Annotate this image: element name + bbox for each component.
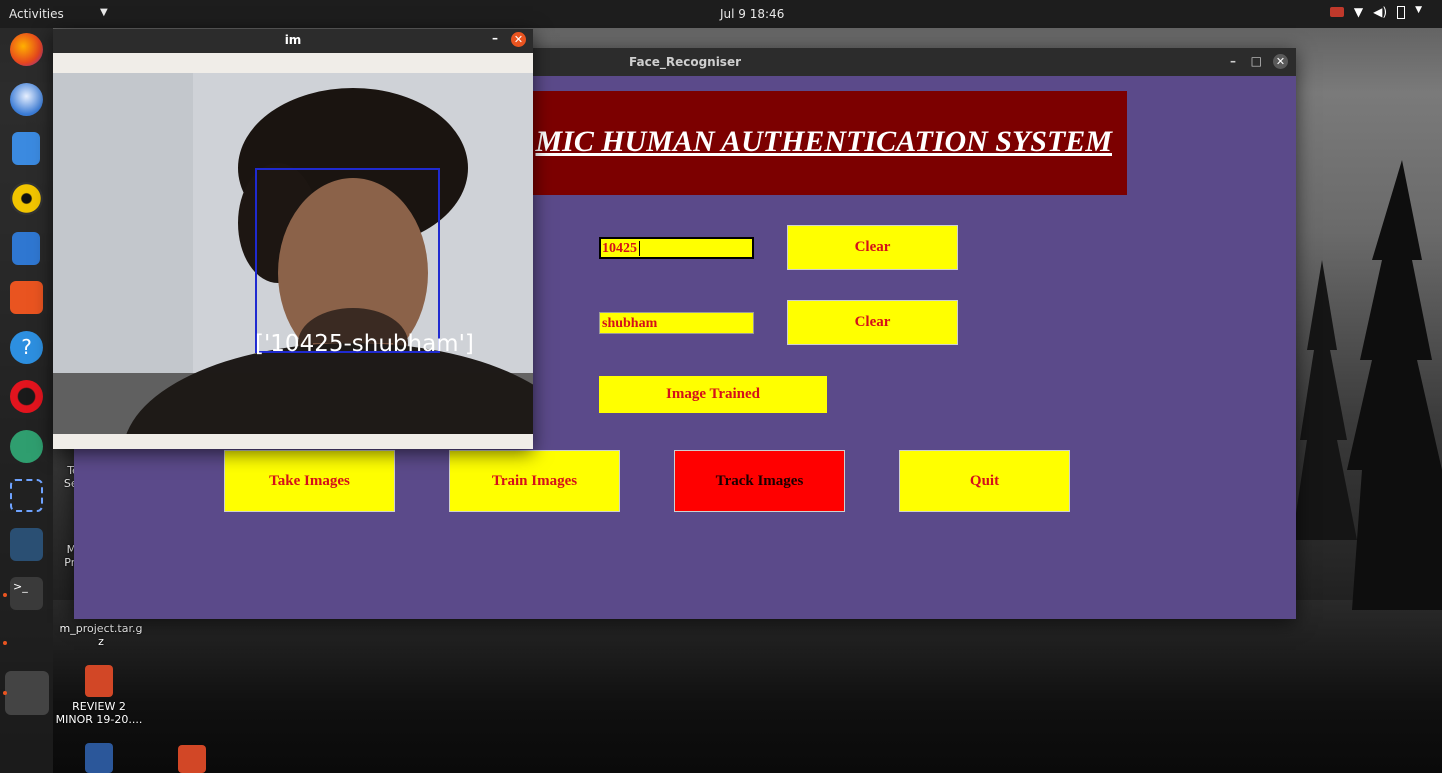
close-icon[interactable]: ✕: [511, 32, 526, 47]
running-indicator: [3, 593, 7, 597]
terminal-icon[interactable]: >_: [10, 577, 43, 610]
dock: ? >_: [0, 28, 53, 773]
banner-title: MIC HUMAN AUTHENTICATION SYSTEM: [535, 125, 1112, 158]
show-apps-icon[interactable]: [5, 671, 49, 715]
clear-name-button[interactable]: Clear: [787, 300, 958, 345]
title-banner: MIC HUMAN AUTHENTICATION SYSTEM: [530, 91, 1127, 195]
desktop-item-archive[interactable]: m_project.tar.g z: [56, 622, 146, 648]
id-input[interactable]: 10425: [599, 237, 754, 259]
android-studio-icon[interactable]: [10, 430, 43, 463]
volume-icon: ◀): [1373, 5, 1388, 19]
presentation-file-icon[interactable]: [85, 665, 113, 697]
running-indicator: [3, 641, 7, 645]
mysql-workbench-icon[interactable]: [10, 528, 43, 561]
battery-icon: [1397, 5, 1406, 19]
track-images-button[interactable]: Track Images: [674, 450, 845, 512]
system-tray[interactable]: ▼ ◀) ▼: [1329, 5, 1422, 19]
window-titlebar[interactable]: im – ✕: [53, 29, 533, 53]
top-bar: Activities ▼ Jul 9 18:46 ▼ ◀) ▼: [0, 0, 1442, 28]
status-message: Image Trained: [599, 376, 827, 413]
software-icon[interactable]: [10, 281, 43, 314]
desktop-item-label-line: MINOR 19-20....: [55, 713, 143, 726]
take-images-button[interactable]: Take Images: [224, 450, 395, 512]
clear-id-button[interactable]: Clear: [787, 225, 958, 270]
clock[interactable]: Jul 9 18:46: [720, 7, 784, 21]
camera-icon: [1329, 7, 1344, 17]
wallpaper-trees: [1292, 160, 1442, 610]
opera-icon[interactable]: [10, 380, 43, 413]
window-title: im: [284, 33, 302, 47]
minimize-icon[interactable]: –: [1230, 54, 1236, 68]
train-images-button[interactable]: Train Images: [449, 450, 620, 512]
wallpaper-lake: [0, 600, 1442, 773]
close-icon[interactable]: ✕: [1273, 54, 1288, 69]
face-detection-label: ['10425-shubham']: [255, 331, 474, 357]
name-input[interactable]: shubham: [599, 312, 754, 334]
thunderbird-icon[interactable]: [10, 83, 43, 116]
minimize-icon[interactable]: –: [492, 31, 498, 45]
files-icon[interactable]: [12, 132, 40, 165]
camera-feed: ['10425-shubham']: [53, 73, 533, 434]
app-menu-arrow-icon[interactable]: ▼: [100, 7, 108, 18]
writer-icon[interactable]: [12, 232, 40, 265]
help-icon[interactable]: ?: [10, 331, 43, 364]
desktop-item-review[interactable]: REVIEW 2 MINOR 19-20....: [54, 700, 144, 726]
face-detection-box: [255, 168, 440, 353]
presentation-file-icon[interactable]: [178, 745, 206, 773]
desktop-item-label-line: REVIEW 2: [72, 700, 126, 713]
firefox-icon[interactable]: [10, 33, 43, 66]
camera-preview-window: im – ✕ ['10425-shubham']: [53, 29, 533, 449]
wifi-icon: ▼: [1353, 5, 1364, 19]
activities-button[interactable]: Activities: [9, 7, 64, 21]
desktop-item-label-line: m_project.tar.g: [59, 622, 143, 635]
word-file-icon[interactable]: [85, 743, 113, 773]
quit-button[interactable]: Quit: [899, 450, 1070, 512]
rhythmbox-icon[interactable]: [10, 182, 43, 215]
maximize-icon[interactable]: □: [1251, 54, 1262, 68]
chevron-down-icon: ▼: [1415, 5, 1422, 15]
running-indicator: [3, 691, 7, 695]
desktop-item-label-line: z: [98, 635, 104, 648]
screenshot-icon[interactable]: [10, 479, 43, 512]
